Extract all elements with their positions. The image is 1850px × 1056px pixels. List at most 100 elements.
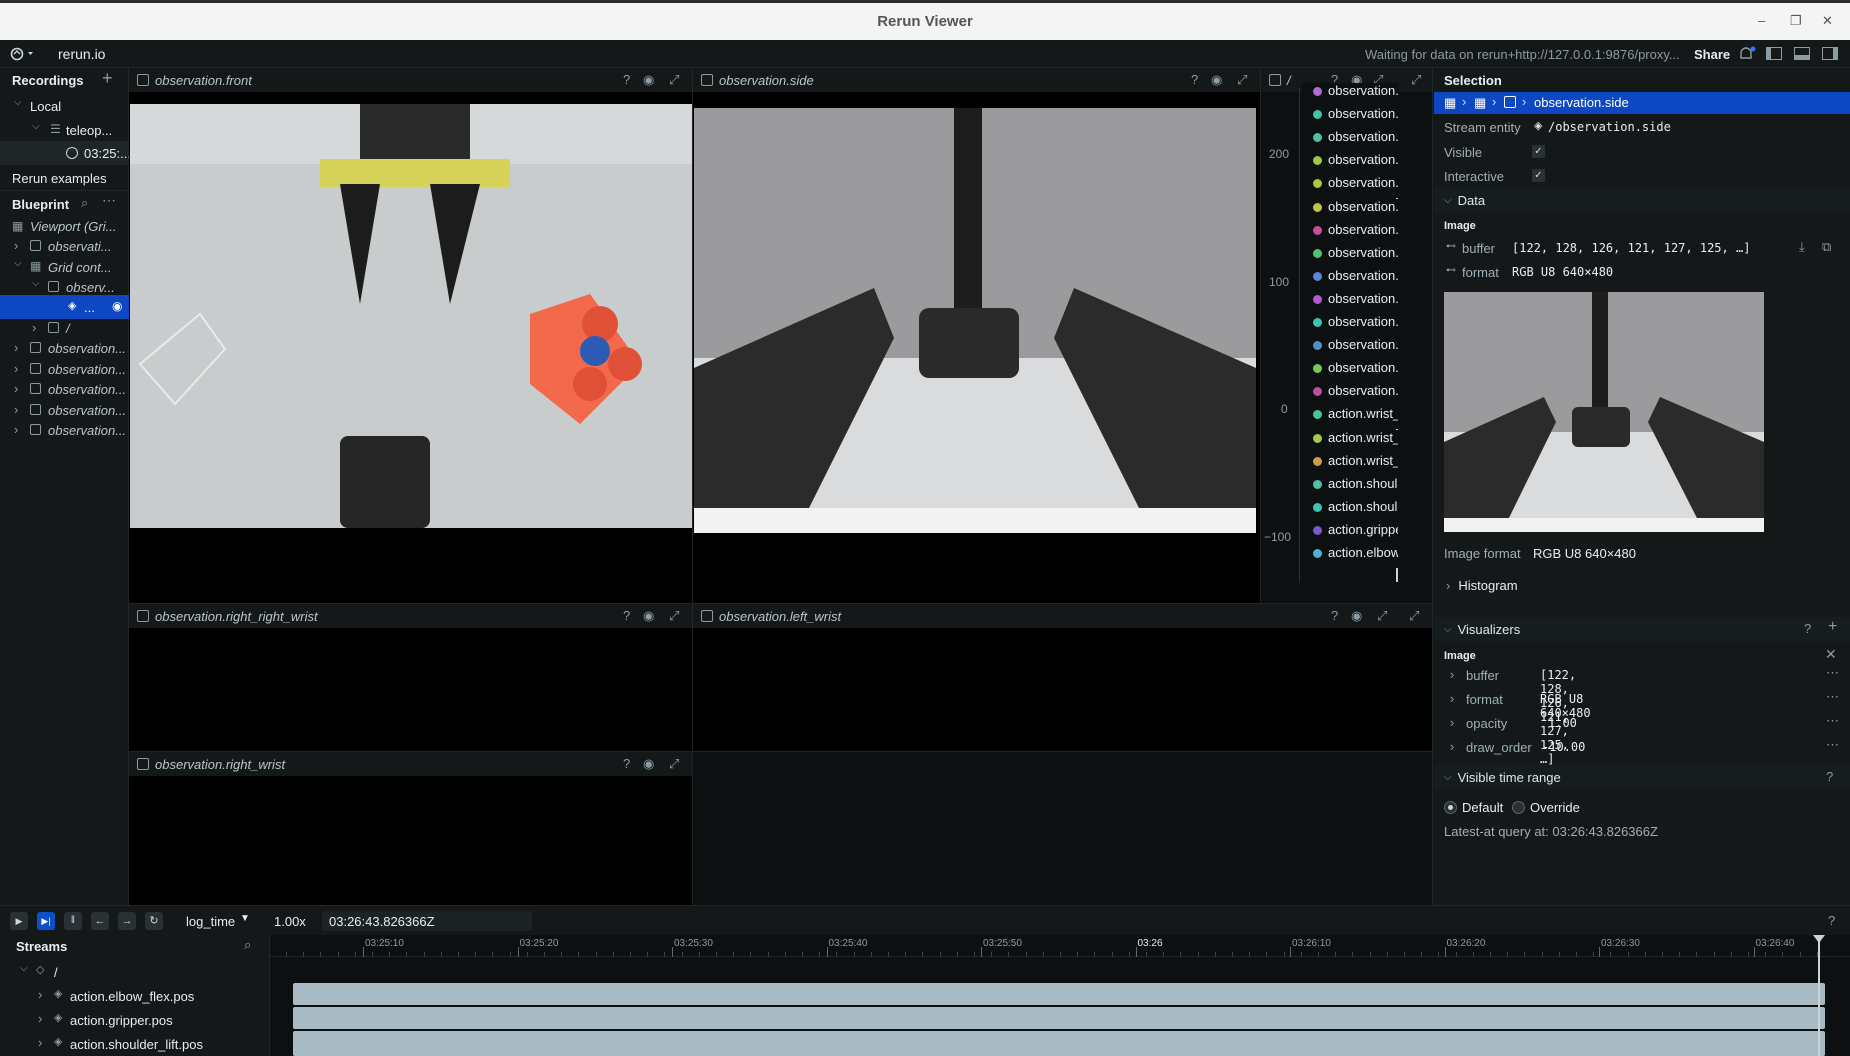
maximize-icon[interactable]: ⤢ — [1377, 608, 1387, 624]
more-options-icon[interactable]: ⋯ — [102, 192, 116, 209]
help-icon[interactable]: ? — [623, 608, 630, 623]
time-cursor[interactable] — [1818, 935, 1820, 1056]
legend-entry[interactable]: action.shoulc — [1302, 475, 1398, 499]
help-icon[interactable]: ? — [1804, 621, 1811, 636]
maximize-icon[interactable]: ⤢ — [1409, 608, 1419, 624]
recordings-local[interactable]: ⌵ Local — [0, 94, 129, 118]
selection-breadcrumb[interactable]: ▦ › ▦ › › observation.side — [1434, 92, 1850, 114]
legend-entry[interactable]: observation. — [1302, 267, 1398, 291]
eye-icon[interactable]: ◉ — [643, 756, 654, 772]
stream-root[interactable]: ⌵ ◇ / — [0, 960, 270, 984]
brand-link[interactable]: rerun.io — [58, 46, 105, 62]
search-icon[interactable]: ⌕ — [81, 195, 88, 211]
minimize-button[interactable]: – — [1758, 13, 1765, 28]
legend-entry[interactable]: observation. — [1302, 198, 1398, 222]
stream-entity-value[interactable]: /observation.side — [1548, 120, 1671, 134]
stream-data-bar[interactable] — [293, 1007, 1825, 1029]
help-icon[interactable]: ? — [623, 756, 630, 771]
share-button[interactable]: Share — [1694, 47, 1730, 62]
copy-icon[interactable]: ⧉ — [1822, 239, 1831, 255]
rerun-examples-link[interactable]: Rerun examples — [12, 171, 107, 186]
toggle-right-panel-icon[interactable] — [1822, 47, 1838, 60]
legend-entry[interactable]: observation. — [1302, 129, 1398, 153]
notifications-icon[interactable] — [1738, 46, 1756, 62]
more-options-icon[interactable]: ⋯ — [1826, 665, 1839, 681]
grid-icon[interactable]: ▦ — [1474, 95, 1486, 111]
view-title[interactable]: observation.left_wrist — [719, 609, 841, 624]
legend-entry[interactable]: action.shoulc — [1302, 498, 1398, 522]
image-view-icon[interactable] — [1504, 96, 1516, 108]
eye-icon[interactable]: ◉ — [643, 72, 654, 88]
recordings-active-recording[interactable]: 03:25:... — [0, 141, 129, 165]
legend-entry[interactable]: action.gripper — [1302, 521, 1398, 545]
help-icon[interactable]: ? — [623, 72, 630, 87]
help-icon[interactable]: ? — [1191, 72, 1198, 87]
pause-icon[interactable]: ‖ — [64, 912, 82, 930]
playback-speed[interactable]: 1.00x — [274, 914, 306, 929]
blueprint-item-observation-5[interactable]: › observation... — [0, 418, 129, 442]
legend-entry[interactable]: observation. — [1302, 383, 1398, 407]
view-title[interactable]: observation.right_right_wrist — [155, 609, 318, 624]
toggle-left-panel-icon[interactable] — [1766, 47, 1782, 60]
current-time-input[interactable]: 03:26:43.826366Z — [322, 911, 532, 931]
timeline-selector[interactable]: log_time — [186, 914, 235, 929]
view-title[interactable]: observation.front — [155, 73, 252, 88]
view-observation-front[interactable]: observation.front ? ◉ ⤢ — [129, 68, 692, 603]
help-icon[interactable]: ? — [1826, 769, 1833, 784]
stream-data-bar[interactable] — [293, 1031, 1825, 1056]
maximize-icon[interactable]: ⤢ — [1411, 72, 1421, 88]
recordings-app[interactable]: ⌵ ☰ teleop... — [0, 118, 129, 142]
timeline-area[interactable]: 03:25:10 03:25:20 03:25:30 03:25:40 03:25:50… — [270, 935, 1850, 1056]
visualizer-property-value[interactable]: 1.00 — [1548, 716, 1577, 730]
view-observation-left-wrist[interactable]: observation.left_wrist ? ◉ ⤢ ⤢ — [692, 603, 1433, 751]
legend-entry[interactable]: observation. — [1302, 290, 1398, 314]
stream-data-bar[interactable] — [293, 983, 1825, 1005]
step-forward-icon[interactable]: → — [118, 912, 136, 930]
eye-icon[interactable]: ◉ — [1211, 72, 1222, 88]
maximize-icon[interactable]: ⤢ — [669, 756, 679, 772]
legend-entry[interactable]: observation. — [1302, 175, 1398, 199]
view-observation-right-right-wrist[interactable]: observation.right_right_wrist ? ◉ ⤢ — [129, 603, 692, 751]
more-options-icon[interactable]: ⋯ — [1826, 689, 1839, 705]
maximize-icon[interactable]: ⤢ — [669, 72, 679, 88]
histogram-section[interactable]: › Histogram — [1434, 573, 1850, 597]
legend-entry[interactable]: action.wrist_ — [1302, 452, 1398, 476]
data-section-header[interactable]: ⌵ Data — [1434, 188, 1850, 212]
legend-entry[interactable]: observation. — [1302, 337, 1398, 361]
legend-entry[interactable]: action.wrist_ — [1302, 429, 1398, 453]
legend-entry[interactable]: observation. — [1302, 106, 1398, 130]
default-radio[interactable] — [1444, 801, 1457, 814]
more-options-icon[interactable]: ⋯ — [1826, 713, 1839, 729]
close-icon[interactable]: ✕ — [1825, 646, 1837, 663]
grid-icon[interactable]: ▦ — [1444, 95, 1456, 111]
legend-entry[interactable]: action.elbow — [1302, 545, 1398, 568]
close-window-button[interactable]: ✕ — [1822, 13, 1833, 29]
override-radio[interactable] — [1512, 801, 1525, 814]
eye-icon[interactable]: ◉ — [112, 299, 122, 313]
eye-icon[interactable]: ◉ — [643, 608, 654, 624]
legend-entry[interactable]: observation. — [1302, 360, 1398, 384]
legend-entry[interactable]: observation. — [1302, 244, 1398, 268]
visualizer-property-value[interactable]: -10.00 — [1542, 740, 1585, 754]
play-icon[interactable]: ▶ — [10, 912, 28, 930]
visible-time-range-header[interactable]: ⌵ Visible time range ? — [1434, 765, 1850, 789]
interactive-checkbox[interactable]: ✓ — [1532, 169, 1545, 182]
visible-checkbox[interactable]: ✓ — [1532, 145, 1545, 158]
more-options-icon[interactable]: ⋯ — [1826, 737, 1839, 753]
help-icon[interactable]: ? — [1828, 913, 1835, 928]
maximize-icon[interactable]: ⤢ — [1237, 72, 1247, 88]
download-icon[interactable]: ⤓ — [1799, 239, 1805, 255]
step-back-icon[interactable]: ← — [91, 912, 109, 930]
stream-row[interactable]: › ◈ action.elbow_flex.pos — [0, 984, 270, 1008]
legend-entry[interactable]: observation. — [1302, 83, 1398, 106]
chevron-right-icon[interactable]: › — [1450, 667, 1454, 682]
rerun-menu-icon[interactable] — [10, 47, 34, 61]
legend-entry[interactable]: observation. — [1302, 152, 1398, 176]
add-recording-button[interactable]: + — [102, 68, 113, 89]
caret-down-icon[interactable]: ▼ — [240, 913, 250, 924]
search-icon[interactable]: ⌕ — [244, 937, 251, 953]
stream-row[interactable]: › ◈ action.shoulder_lift.pos — [0, 1032, 270, 1056]
maximize-icon[interactable]: ⤢ — [669, 608, 679, 624]
view-title[interactable]: observation.right_wrist — [155, 757, 285, 772]
view-observation-right-wrist[interactable]: observation.right_wrist ? ◉ ⤢ — [129, 751, 692, 905]
